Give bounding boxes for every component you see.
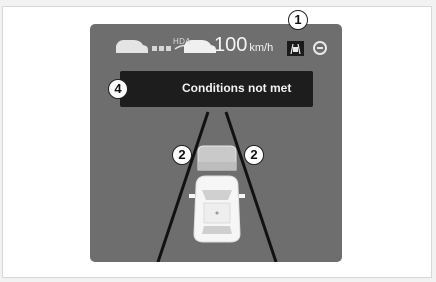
ego-vehicle-icon: [189, 175, 245, 243]
front-car-icon: [116, 40, 148, 53]
speed-unit: km/h: [249, 42, 274, 54]
callout-4: 4: [108, 79, 128, 99]
callout-2-right: 2: [244, 145, 264, 165]
hda-label: HDA: [173, 37, 191, 46]
lead-vehicle: [197, 145, 237, 171]
distance-bars-icon: [152, 46, 171, 51]
callout-2-left: 2: [172, 145, 192, 165]
set-speed-readout: 100 km/h: [214, 35, 273, 58]
callout-1: 1: [288, 10, 308, 30]
warning-message-banner: Conditions not met: [120, 71, 313, 107]
driving-scene: [116, 40, 304, 262]
warning-message-text: Conditions not met: [182, 81, 292, 95]
instrument-cluster-display: HDA 100 km/h Conditions not met: [90, 24, 342, 262]
speed-value: 100: [214, 34, 248, 56]
lane-keeping-indicator-icon: [287, 41, 304, 56]
steering-wheel-icon: [313, 41, 327, 55]
